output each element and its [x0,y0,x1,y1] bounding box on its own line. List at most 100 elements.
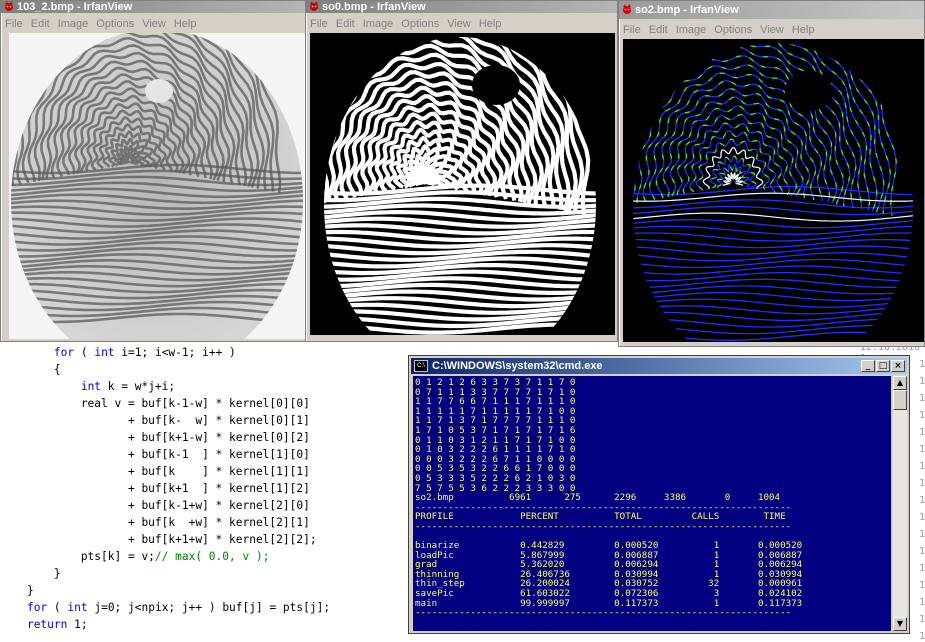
code-text: real v = buf[k-1-w] * kernel[0][0] [0,397,310,410]
code-line: + buf[k-1+w] * kernel[2][0] [0,499,310,512]
source-code[interactable]: for ( int i=1; i<w-1; i++ ) { int k = w*… [0,344,330,633]
gutter-label: 1 [918,546,925,557]
gutter-label: 1 [918,427,925,438]
gutter-label: 1 [918,563,925,574]
maximize-button[interactable]: □ [876,360,890,372]
code-text: } [0,584,34,597]
code-text: + buf[k+1+w] * kernel[2][2]; [0,533,317,546]
fingerprint-svg [310,33,615,335]
code-keyword: return [26,618,68,631]
code-text: + buf[k +w] * kernel[2][1] [0,516,310,529]
window-titlebar[interactable]: 103_2.bmp - IrfanView [1,1,305,13]
code-line: int k = w*j+i; [0,380,175,393]
gutter-label: 1 [918,410,925,421]
menu-edit[interactable]: Edit [332,15,359,30]
window-titlebar[interactable]: so2.bmp - IrfanView [619,1,924,19]
code-line: pts[k] = v;// max( 0.0, v ); [0,550,270,563]
code-text: i=1; i<w-1; i++ ) [114,346,236,359]
menu-bar: File Edit Image Options View Help [1,15,305,33]
menu-image[interactable]: Image [54,15,93,30]
menu-bar: File Edit Image Options View Help [306,15,617,33]
menu-file[interactable]: File [1,15,27,30]
code-line: real v = buf[k-1-w] * kernel[0][0] [0,397,310,410]
code-line: for ( int j=0; j<npix; j++ ) buf[j] = pt… [0,601,330,614]
menu-help[interactable]: Help [170,15,201,30]
cmd-titlebar[interactable]: C:\ C:\WINDOWS\system32\cmd.exe _ □ × [411,358,907,374]
code-text: + buf[k- w] * kernel[0][1] [0,414,310,427]
code-text: } [0,567,61,580]
console-text: 0 1 2 1 2 6 3 3 7 3 7 1 1 7 0 0 7 1 1 1 … [415,378,802,618]
window-title: so0.bmp - IrfanView [322,1,426,13]
cmd-console-icon: C:\ [414,360,428,372]
menu-view[interactable]: View [138,15,170,30]
fingerprint-svg [9,33,305,339]
irfanview-window-original[interactable]: 103_2.bmp - IrfanView File Edit Image Optio… [0,0,306,342]
binarized-fingerprint-image [310,33,615,335]
console-line: ----------------------------------------… [415,607,792,619]
code-text: + buf[k+1-w] * kernel[0][2] [0,431,310,444]
menu-options[interactable]: Options [92,15,138,30]
gutter-label: 1 [918,376,925,387]
cmd-window[interactable]: C:\ C:\WINDOWS\system32\cmd.exe _ □ × 0 1… [408,355,910,634]
code-line: + buf[k- w] * kernel[0][1] [0,414,310,427]
code-text: + buf[k-1 ] * kernel[1][0] [0,448,310,461]
code-line: + buf[k +w] * kernel[2][1] [0,516,310,529]
menu-view[interactable]: View [756,21,788,36]
menu-options[interactable]: Options [397,15,443,30]
vertical-scrollbar[interactable]: ▲ ▼ [893,376,907,631]
minimize-button[interactable]: _ [861,360,875,372]
irfanview-window-binarized[interactable]: so0.bmp - IrfanView File Edit Image Options… [305,0,618,342]
code-line: return 1; [0,618,88,631]
menu-help[interactable]: Help [788,21,819,36]
gutter-label: 1 [918,495,925,506]
scroll-thumb[interactable] [893,390,907,410]
code-line: + buf[k+1 ] * kernel[1][2] [0,482,310,495]
menu-file[interactable]: File [619,21,645,36]
menu-file[interactable]: File [306,15,332,30]
menu-edit[interactable]: Edit [27,15,54,30]
code-keyword: int [67,601,88,614]
code-line: } [0,567,61,580]
code-comment: // max( 0.0, v ); [154,550,270,563]
gutter-label: 1 [918,580,925,591]
gutter-label: 1 [918,359,925,370]
scroll-down-button[interactable]: ▼ [893,617,907,631]
code-keyword: for [53,346,75,359]
code-text: { [0,363,61,376]
code-keyword: for [26,601,48,614]
code-text: j=0; j<npix; j++ ) buf[j] = pts[j]; [87,601,331,614]
menu-image[interactable]: Image [359,15,398,30]
code-keyword: int [80,380,102,393]
code-line: for ( int i=1; i<w-1; i++ ) [0,346,236,359]
window-titlebar[interactable]: so0.bmp - IrfanView [306,1,617,13]
menu-image[interactable]: Image [672,21,711,36]
window-title: so2.bmp - IrfanView [635,4,739,16]
gutter-label: 1 [918,631,925,642]
console-line: ----------------------------------------… [415,520,792,532]
menu-help[interactable]: Help [475,15,506,30]
irfanview-window-skeleton[interactable]: so2.bmp - IrfanView File Edit Image Options… [618,0,925,347]
menu-options[interactable]: Options [710,21,756,36]
code-text: k = w*j+i; [101,380,176,393]
window-title: 103_2.bmp - IrfanView [17,1,133,13]
code-keyword: int [94,346,115,359]
gutter-label: 1 [918,597,925,608]
irfanview-cat-icon [623,4,631,14]
gutter-label: 1 [918,393,925,404]
console-output[interactable]: 0 1 2 1 2 6 3 3 7 3 7 1 1 7 0 0 7 1 1 1 … [413,376,891,631]
cmd-title-text: C:\WINDOWS\system32\cmd.exe [432,360,603,372]
irfanview-cat-icon [310,1,318,11]
code-text: 1; [67,618,88,631]
menu-edit[interactable]: Edit [645,21,672,36]
code-line: + buf[k+1-w] * kernel[0][2] [0,431,310,444]
scroll-up-button[interactable]: ▲ [893,376,907,390]
gutter-label: 1 [918,461,925,472]
code-line: } [0,584,34,597]
close-button[interactable]: × [891,360,905,372]
gutter-label: 1 [918,444,925,455]
menu-view[interactable]: View [443,15,475,30]
